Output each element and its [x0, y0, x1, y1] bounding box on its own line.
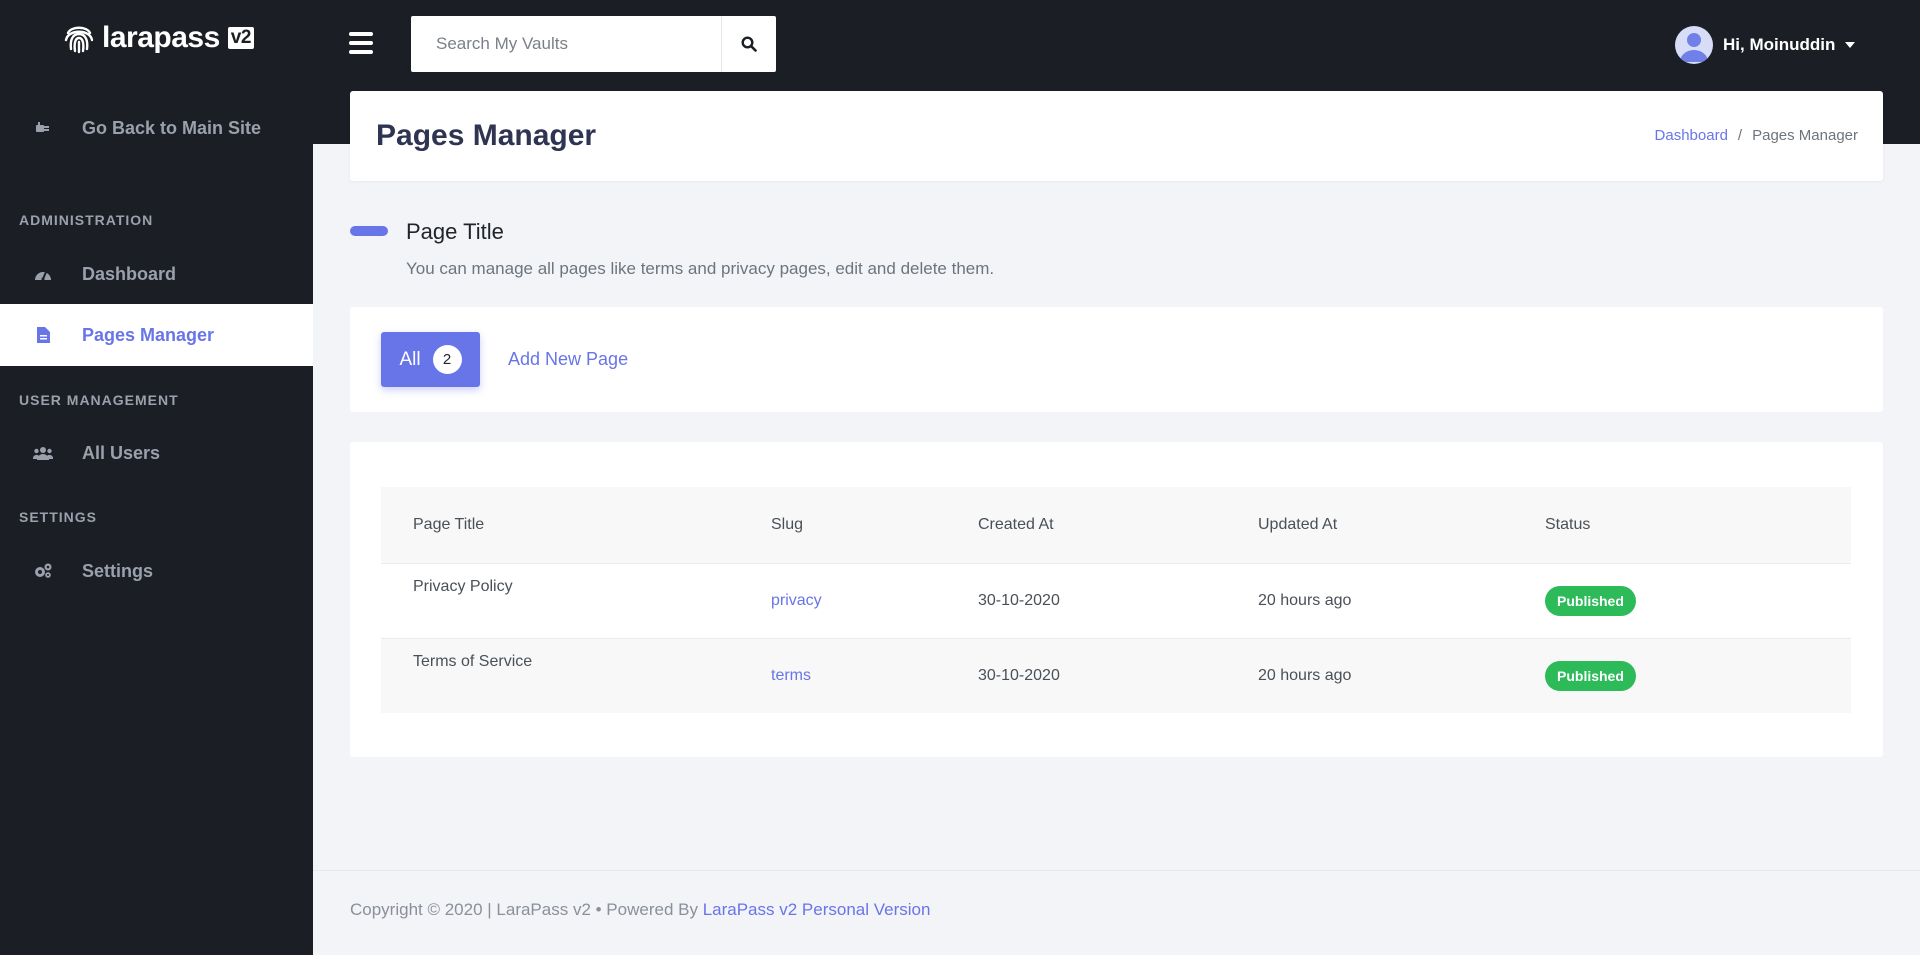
pages-table: Page Title Slug Created At Updated At St…: [381, 487, 1851, 713]
footer-link[interactable]: LaraPass v2 Personal Version: [703, 900, 931, 919]
users-icon: [33, 443, 53, 463]
user-menu[interactable]: Hi, Moinuddin: [1675, 26, 1856, 64]
sidebar-item-all-users[interactable]: All Users: [0, 422, 313, 484]
sidebar-item-pages-manager[interactable]: Pages Manager: [0, 304, 313, 366]
table-header-row: Page Title Slug Created At Updated At St…: [381, 487, 1851, 563]
created-at-cell: 30-10-2020: [978, 591, 1060, 609]
sidebar-item-settings[interactable]: Settings: [0, 540, 313, 602]
tachometer-icon: [33, 264, 53, 284]
all-pages-tab[interactable]: All 2: [381, 332, 480, 387]
section-description: You can manage all pages like terms and …: [406, 259, 995, 278]
breadcrumb-current: Pages Manager: [1752, 127, 1858, 144]
user-greeting: Hi, Moinuddin: [1723, 35, 1836, 54]
brand-version: v2: [227, 27, 254, 49]
column-header-updated-at: Updated At: [1258, 515, 1338, 533]
page-header-card: Pages Manager Dashboard / Pages Manager: [350, 91, 1883, 181]
footer-text: Copyright © 2020 | LaraPass v2 • Powered…: [350, 900, 703, 919]
page-title: Pages Manager: [376, 119, 597, 152]
page-title-cell: Terms of Service: [413, 652, 533, 670]
hamburger-icon-line: [349, 50, 373, 54]
sidebar-item-label: Go Back to Main Site: [82, 117, 262, 138]
column-header-status: Status: [1545, 515, 1591, 533]
fingerprint-icon: [64, 26, 94, 54]
section-accent-bar: [350, 226, 388, 236]
sidebar-item-dashboard[interactable]: Dashboard: [0, 243, 313, 305]
caret-down-icon: [1845, 42, 1856, 48]
slug-cell: privacy: [739, 563, 946, 638]
section-title: Page Title: [406, 219, 504, 244]
gears-icon: [33, 561, 53, 581]
status-cell: Published: [1513, 563, 1851, 638]
search-button[interactable]: [721, 16, 776, 72]
avatar: [1675, 26, 1713, 64]
breadcrumb-dashboard-link[interactable]: Dashboard: [1655, 127, 1728, 144]
brand-logo[interactable]: larapass v2: [62, 18, 254, 58]
status-badge: Published: [1545, 585, 1636, 616]
slug-link[interactable]: terms: [771, 667, 811, 684]
section-user-management: USER MANAGEMENT: [19, 392, 179, 408]
sidebar-item-label: Dashboard: [82, 263, 177, 284]
breadcrumb: Dashboard / Pages Manager: [1655, 127, 1858, 144]
add-new-page-link[interactable]: Add New Page: [508, 349, 628, 370]
footer: Copyright © 2020 | LaraPass v2 • Powered…: [350, 900, 930, 920]
all-tab-label: All: [399, 348, 421, 370]
tabs-card: All 2 Add New Page: [350, 307, 1883, 412]
search-box: [411, 16, 776, 72]
page-title-cell: Privacy Policy: [413, 577, 513, 595]
section-administration: ADMINISTRATION: [19, 212, 154, 228]
column-header-page-title: Page Title: [413, 515, 485, 533]
pages-table-card: Page Title Slug Created At Updated At St…: [350, 442, 1883, 757]
table-row: Terms of Service terms 30-10-2020 20 hou…: [381, 638, 1851, 713]
plug-icon: [33, 118, 53, 138]
table-row: Privacy Policy privacy 30-10-2020 20 hou…: [381, 563, 1851, 638]
updated-at-cell: 20 hours ago: [1258, 666, 1352, 684]
updated-at-cell: 20 hours ago: [1258, 591, 1352, 609]
footer-divider: [313, 870, 1920, 871]
search-icon: [741, 36, 757, 52]
file-icon: [33, 325, 53, 345]
section-settings: SETTINGS: [19, 509, 98, 525]
sidebar-item-label: Settings: [82, 560, 154, 581]
hamburger-icon-line: [349, 32, 373, 36]
slug-link[interactable]: privacy: [771, 592, 822, 609]
sidebar-item-label: All Users: [82, 442, 161, 463]
slug-cell: terms: [739, 638, 946, 713]
status-badge: Published: [1545, 660, 1636, 691]
status-cell: Published: [1513, 638, 1851, 713]
count-badge: 2: [432, 345, 462, 374]
search-input[interactable]: [411, 16, 721, 72]
menu-toggle-button[interactable]: [349, 32, 373, 54]
created-at-cell: 30-10-2020: [978, 666, 1060, 684]
sidebar-item-label: Pages Manager: [82, 324, 215, 345]
brand-name: larapass: [102, 21, 220, 54]
sidebar: larapass v2 Go Back to Main Site ADMINIS…: [0, 0, 313, 955]
breadcrumb-separator: /: [1737, 127, 1743, 144]
hamburger-icon-line: [349, 41, 373, 45]
sidebar-item-back-to-main[interactable]: Go Back to Main Site: [0, 97, 313, 159]
column-header-created-at: Created At: [978, 515, 1054, 533]
column-header-slug: Slug: [771, 515, 804, 533]
